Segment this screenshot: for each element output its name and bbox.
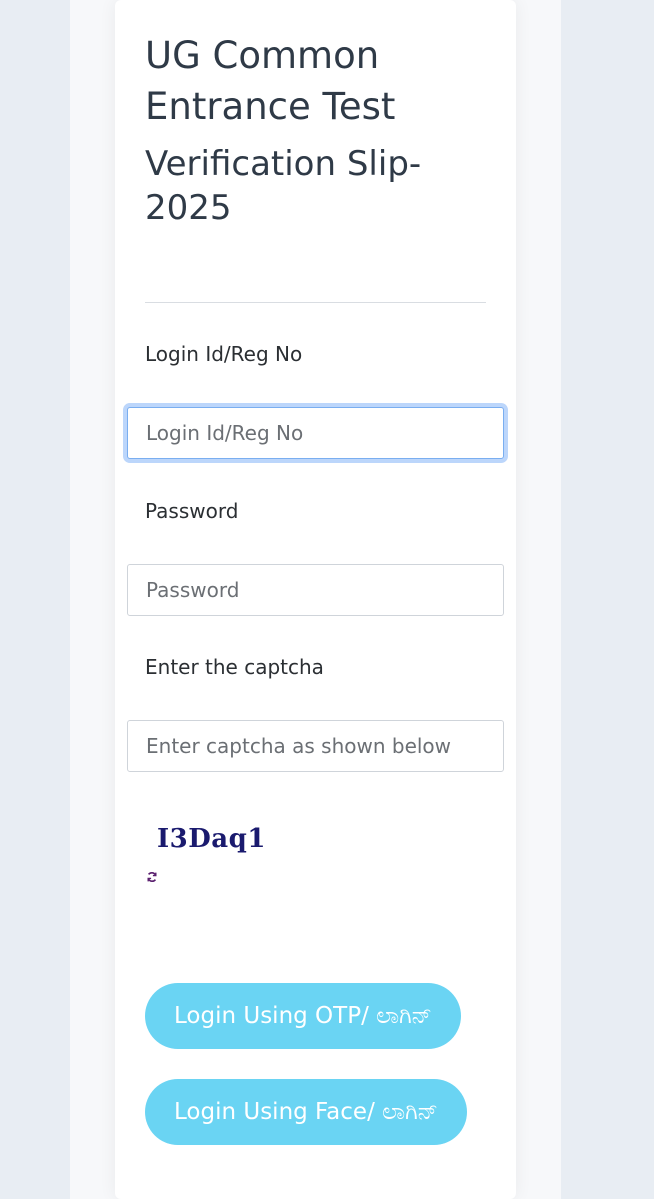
captcha-label: Enter the captcha bbox=[145, 655, 324, 679]
login-id-label: Login Id/Reg No bbox=[145, 342, 303, 366]
refresh-icon[interactable] bbox=[146, 871, 158, 883]
login-id-input[interactable] bbox=[127, 407, 504, 459]
captcha-input[interactable] bbox=[127, 720, 504, 772]
password-input[interactable] bbox=[127, 564, 504, 616]
page-title: UG Common Entrance Test bbox=[145, 34, 396, 128]
page-subtitle: Verification Slip-2025 bbox=[145, 144, 422, 228]
login-otp-button[interactable]: Login Using OTP/ ಲಾಗಿನ್ bbox=[145, 983, 461, 1049]
divider bbox=[145, 302, 486, 303]
login-face-button[interactable]: Login Using Face/ ಲಾಗಿನ್ bbox=[145, 1079, 467, 1145]
captcha-image-text: I3Daq1 bbox=[157, 824, 266, 854]
password-label: Password bbox=[145, 499, 239, 523]
